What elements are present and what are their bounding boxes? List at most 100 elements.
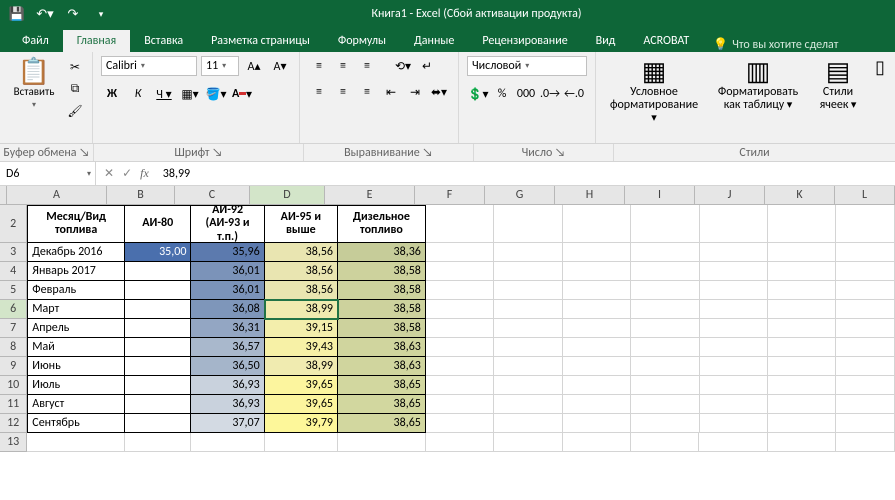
cell[interactable]: Апрель — [27, 319, 125, 338]
cell[interactable] — [631, 243, 699, 262]
cell[interactable] — [494, 319, 562, 338]
cell[interactable] — [768, 395, 836, 414]
cell[interactable] — [700, 262, 768, 281]
cell[interactable] — [125, 281, 191, 300]
cell[interactable] — [265, 433, 338, 452]
cell[interactable] — [563, 338, 631, 357]
row-header[interactable]: 6 — [0, 300, 27, 319]
cell[interactable] — [836, 357, 895, 376]
cell[interactable]: 39,79 — [265, 414, 338, 433]
cell[interactable] — [631, 357, 699, 376]
cell[interactable] — [768, 281, 836, 300]
cell[interactable] — [426, 338, 494, 357]
cell[interactable] — [836, 205, 895, 243]
cell[interactable]: Август — [27, 395, 125, 414]
cell[interactable]: 36,93 — [191, 376, 264, 395]
insert-function-icon[interactable]: fx — [140, 166, 149, 181]
cell[interactable] — [700, 205, 768, 243]
cell[interactable] — [494, 338, 562, 357]
cell[interactable] — [836, 319, 895, 338]
tell-me-search[interactable]: 💡 Что вы хотите сделат — [713, 37, 838, 52]
dialog-launcher-icon[interactable]: ↘ — [422, 146, 433, 160]
cell[interactable]: 38,58 — [338, 262, 426, 281]
cell[interactable] — [563, 414, 631, 433]
cell[interactable] — [563, 300, 631, 319]
cut-icon[interactable]: ✂ — [66, 58, 84, 76]
cell[interactable] — [426, 262, 494, 281]
font-family-combo[interactable]: Calibri▾ — [101, 56, 197, 76]
select-all-triangle[interactable] — [0, 186, 7, 204]
increase-indent-icon[interactable]: ⇥ — [404, 82, 426, 102]
cell[interactable] — [494, 300, 562, 319]
cell[interactable]: 36,31 — [191, 319, 264, 338]
column-header-I[interactable]: I — [625, 186, 695, 204]
cell[interactable] — [836, 243, 895, 262]
cell[interactable] — [27, 433, 125, 452]
wrap-text-icon[interactable]: ↵ — [416, 56, 438, 76]
column-header-F[interactable]: F — [415, 186, 485, 204]
cell[interactable] — [700, 300, 768, 319]
cell[interactable] — [426, 281, 494, 300]
column-header-B[interactable]: B — [107, 186, 175, 204]
align-middle-icon[interactable]: ≡ — [332, 56, 354, 76]
cell[interactable]: 35,00 — [125, 243, 191, 262]
cell[interactable]: Май — [27, 338, 125, 357]
borders-icon[interactable]: ▦▾ — [179, 84, 201, 104]
cell[interactable] — [768, 357, 836, 376]
cell[interactable] — [494, 357, 562, 376]
cell[interactable] — [631, 433, 699, 452]
cell[interactable]: 38,99 — [265, 300, 338, 319]
cell[interactable]: 37,07 — [191, 414, 264, 433]
cell[interactable]: 38,99 — [265, 357, 338, 376]
qat-customize-icon[interactable]: ▾ — [92, 5, 110, 23]
cell[interactable] — [125, 433, 191, 452]
column-header-G[interactable]: G — [485, 186, 555, 204]
cell[interactable] — [426, 300, 494, 319]
cell[interactable]: АИ-92 (АИ-93 и т.п.) — [191, 205, 264, 243]
comma-format-icon[interactable]: 000 — [515, 84, 537, 104]
row-header[interactable]: 11 — [0, 395, 27, 414]
tab-view[interactable]: Вид — [582, 30, 630, 52]
cell[interactable] — [494, 243, 562, 262]
cell[interactable] — [836, 300, 895, 319]
cell[interactable] — [700, 395, 768, 414]
cell[interactable]: Июль — [27, 376, 125, 395]
cell[interactable] — [700, 243, 768, 262]
cell[interactable] — [494, 414, 562, 433]
row-header[interactable]: 12 — [0, 414, 27, 433]
cell[interactable] — [836, 338, 895, 357]
cell[interactable] — [426, 414, 494, 433]
cell[interactable]: 39,65 — [265, 376, 338, 395]
cell[interactable] — [631, 395, 699, 414]
cell[interactable] — [426, 243, 494, 262]
cell[interactable] — [699, 433, 767, 452]
cell[interactable] — [836, 281, 895, 300]
cell[interactable] — [700, 319, 768, 338]
paste-button[interactable]: 📋 Вставить ▾ — [8, 56, 60, 112]
font-size-combo[interactable]: 11▾ — [201, 56, 239, 76]
cell[interactable]: 38,58 — [338, 281, 426, 300]
column-header-E[interactable]: E — [325, 186, 415, 204]
tab-file[interactable]: Файл — [8, 30, 63, 52]
cell[interactable] — [494, 281, 562, 300]
row-header[interactable]: 3 — [0, 243, 27, 262]
cell[interactable]: 38,36 — [338, 243, 426, 262]
cell[interactable] — [631, 262, 699, 281]
column-header-D[interactable]: D — [250, 186, 325, 204]
column-header-H[interactable]: H — [555, 186, 625, 204]
cell[interactable] — [563, 281, 631, 300]
row-header[interactable]: 13 — [0, 433, 27, 452]
font-color-icon[interactable]: A▾ — [231, 84, 253, 104]
cell[interactable] — [836, 395, 895, 414]
cell[interactable]: Месяц/Вид топлива — [27, 205, 125, 243]
cell[interactable]: 38,58 — [338, 300, 426, 319]
cell[interactable] — [631, 338, 699, 357]
cell[interactable]: 38,63 — [338, 357, 426, 376]
row-header[interactable]: 4 — [0, 262, 27, 281]
cell[interactable]: Дизельное топливо — [338, 205, 426, 243]
column-header-K[interactable]: K — [765, 186, 835, 204]
align-center-icon[interactable]: ≡ — [332, 82, 354, 102]
tab-acrobat[interactable]: ACROBAT — [629, 30, 703, 52]
format-as-table-button[interactable]: ▥ Форматировать как таблицу ▾ — [710, 56, 806, 114]
decrease-indent-icon[interactable]: ⇤ — [380, 82, 402, 102]
